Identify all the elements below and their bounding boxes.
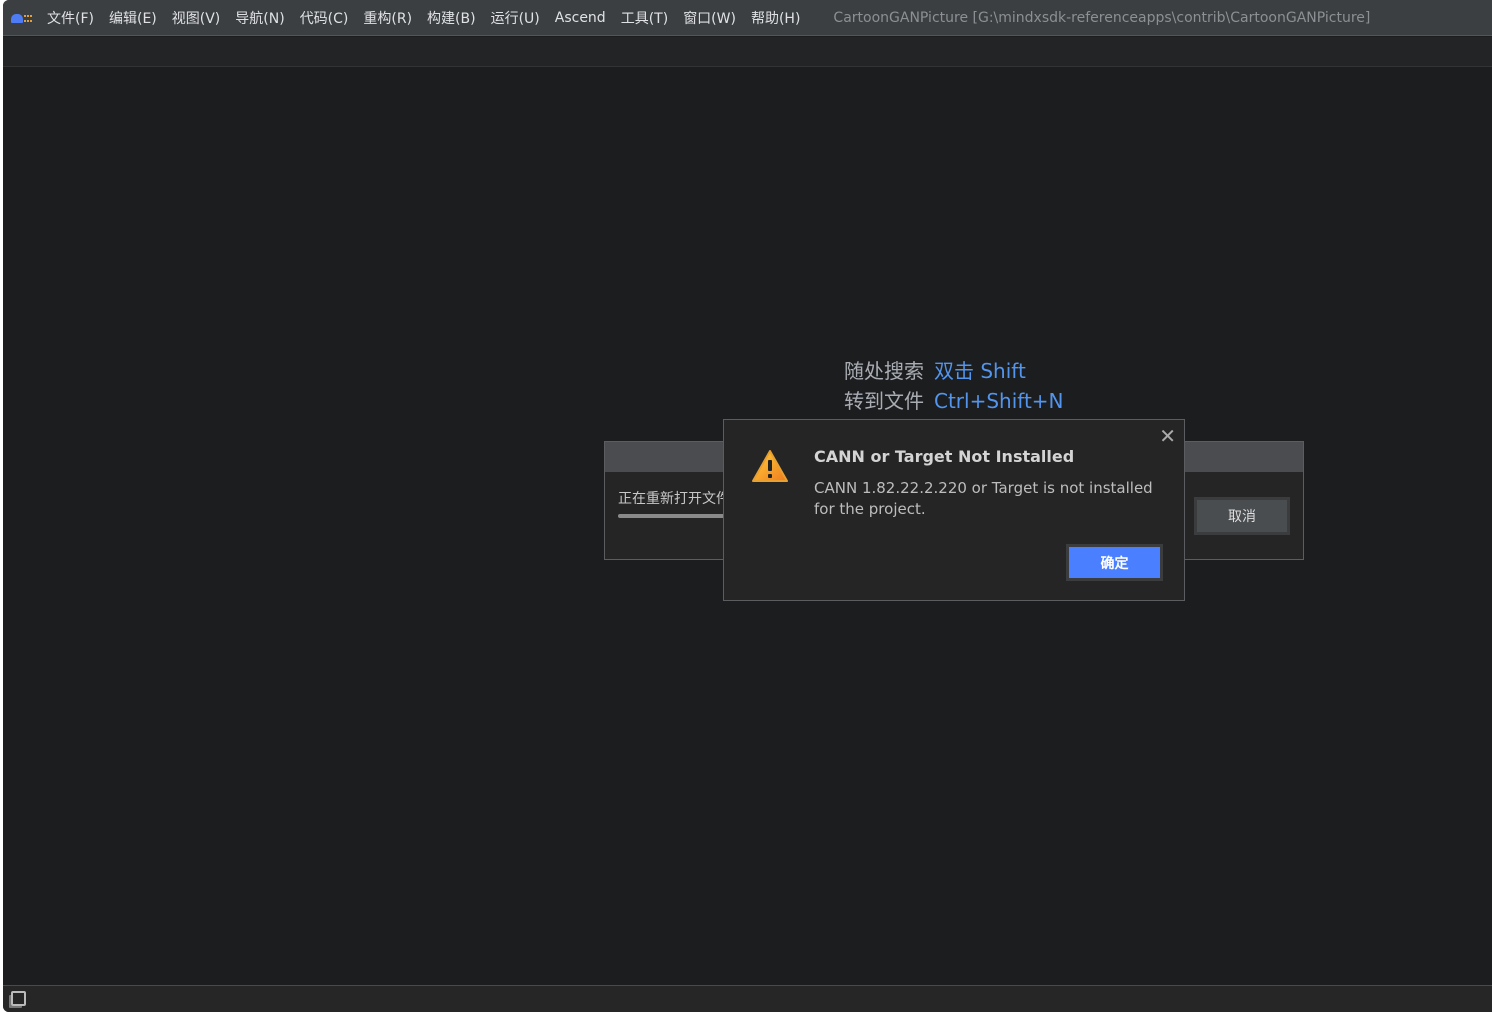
menu-window[interactable]: 窗口(W) [683,8,736,28]
hint-search-everywhere: 随处搜索 双击 Shift [844,356,1064,386]
hint-goto-file: 转到文件 Ctrl+Shift+N [844,386,1064,416]
hint-label: 随处搜索 [844,359,924,383]
hint-label: 转到文件 [844,389,924,413]
hint-shortcut: 双击 Shift [934,359,1026,383]
hint-shortcut: Ctrl+Shift+N [934,389,1064,413]
cancel-button[interactable]: 取消 [1194,497,1290,535]
ok-button-label: 确定 [1069,547,1160,578]
menu-navigate[interactable]: 导航(N) [235,8,284,28]
menu-bar: 文件(F) 编辑(E) 视图(V) 导航(N) 代码(C) 重构(R) 构建(B… [3,0,1492,36]
tool-windows-icon[interactable] [11,991,26,1006]
close-icon[interactable]: ✕ [1159,426,1176,446]
empty-editor-hints: 随处搜索 双击 Shift 转到文件 Ctrl+Shift+N [844,356,1064,416]
warning-icon [752,450,788,482]
window-title: CartoonGANPicture [G:\mindxsdk-reference… [833,9,1371,26]
ok-button[interactable]: 确定 [1066,544,1163,581]
status-bar [3,985,1492,1012]
menu-run[interactable]: 运行(U) [491,8,540,28]
menu-view[interactable]: 视图(V) [172,8,221,28]
menu-edit[interactable]: 编辑(E) [109,8,157,28]
menu-tools[interactable]: 工具(T) [621,8,668,28]
menu-help[interactable]: 帮助(H) [751,8,800,28]
menu-code[interactable]: 代码(C) [300,8,349,28]
toolbar [3,37,1492,67]
menu-build[interactable]: 构建(B) [427,8,476,28]
menu-file[interactable]: 文件(F) [47,8,94,28]
cann-warning-dialog: ✕ CANN or Target Not Installed CANN 1.82… [723,419,1185,601]
menu-ascend[interactable]: Ascend [555,10,606,26]
app-logo-icon [11,11,33,25]
menu-refactor[interactable]: 重构(R) [363,8,412,28]
dialog-title: CANN or Target Not Installed [814,447,1075,466]
dialog-message: CANN 1.82.22.2.220 or Target is not inst… [814,479,1153,518]
